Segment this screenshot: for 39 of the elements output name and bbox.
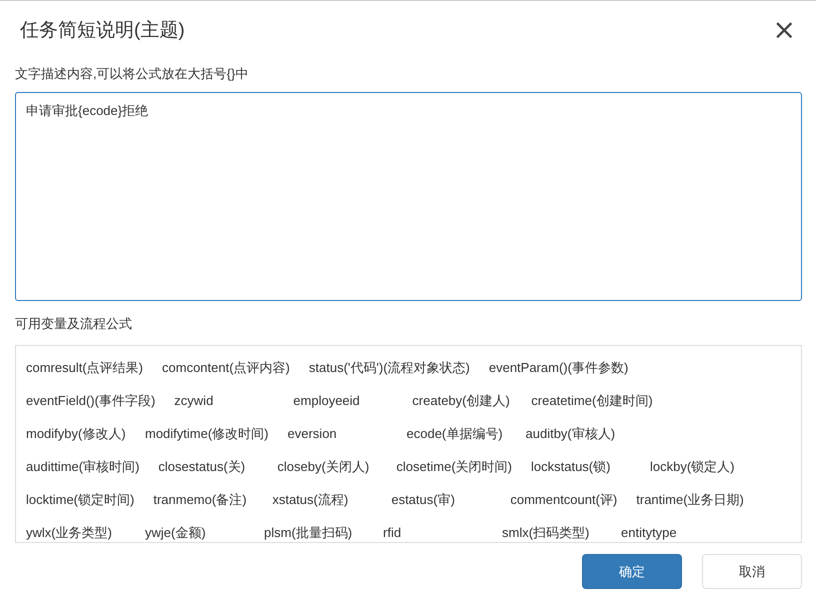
variable-item[interactable]: locktime(锁定时间) bbox=[26, 490, 134, 508]
description-label: 文字描述内容,可以将公式放在大括号{}中 bbox=[15, 65, 248, 83]
variable-item[interactable]: commentcount(评) bbox=[510, 490, 618, 508]
variable-item[interactable]: employeeid bbox=[293, 393, 394, 408]
variable-item[interactable]: auditby(审核人) bbox=[526, 424, 626, 442]
variable-item[interactable]: ywje(金额) bbox=[145, 524, 245, 542]
variable-item[interactable]: modifyby(修改人) bbox=[26, 424, 126, 442]
variable-item[interactable]: ywlx(业务类型) bbox=[26, 524, 126, 542]
variable-item[interactable]: comcontent(点评内容) bbox=[162, 358, 290, 376]
variable-item[interactable]: ecode(单据编号) bbox=[406, 424, 507, 442]
close-button[interactable]: × bbox=[768, 16, 800, 44]
variable-item[interactable]: plsm(批量扫码) bbox=[264, 524, 364, 542]
variable-item[interactable]: lockby(锁定人) bbox=[650, 458, 750, 476]
variable-item[interactable]: rfid bbox=[383, 525, 483, 540]
variables-label: 可用变量及流程公式 bbox=[15, 315, 132, 333]
variable-item[interactable]: zcywid bbox=[174, 393, 274, 408]
description-field[interactable]: 申请审批{ecode}拒绝 bbox=[15, 92, 802, 301]
confirm-button[interactable]: 确定 bbox=[582, 554, 682, 589]
variable-item[interactable]: closetime(关闭时间) bbox=[396, 458, 512, 476]
variable-item[interactable]: eversion bbox=[288, 426, 388, 441]
variable-item[interactable]: trantime(业务日期) bbox=[636, 490, 744, 508]
variable-item[interactable]: audittime(审核时间) bbox=[26, 458, 140, 476]
variable-item[interactable]: lockstatus(锁) bbox=[531, 458, 631, 476]
variable-item[interactable]: estatus(审) bbox=[391, 490, 492, 508]
cancel-button[interactable]: 取消 bbox=[702, 554, 802, 589]
variable-item[interactable]: createtime(创建时间) bbox=[531, 392, 653, 410]
variable-item[interactable]: tranmemo(备注) bbox=[153, 490, 254, 508]
variable-item[interactable]: closeby(关闭人) bbox=[277, 458, 378, 476]
dialog-title: 任务简短说明(主题) bbox=[20, 19, 185, 43]
variable-item[interactable]: closestatus(关) bbox=[158, 458, 258, 476]
variable-item[interactable]: comresult(点评结果) bbox=[26, 358, 144, 376]
variable-item[interactable]: eventField()(事件字段) bbox=[26, 392, 156, 410]
variable-item[interactable]: entitytype bbox=[621, 525, 721, 540]
variable-item[interactable]: createby(创建人) bbox=[412, 392, 512, 410]
variable-item[interactable]: eventParam()(事件参数) bbox=[488, 358, 628, 376]
variable-item[interactable]: modifytime(修改时间) bbox=[145, 424, 269, 442]
variable-item[interactable]: xstatus(流程) bbox=[272, 490, 372, 508]
variable-item[interactable]: smlx(扫码类型) bbox=[502, 524, 602, 542]
variable-item[interactable]: status('代码')(流程对象状态) bbox=[308, 358, 470, 376]
